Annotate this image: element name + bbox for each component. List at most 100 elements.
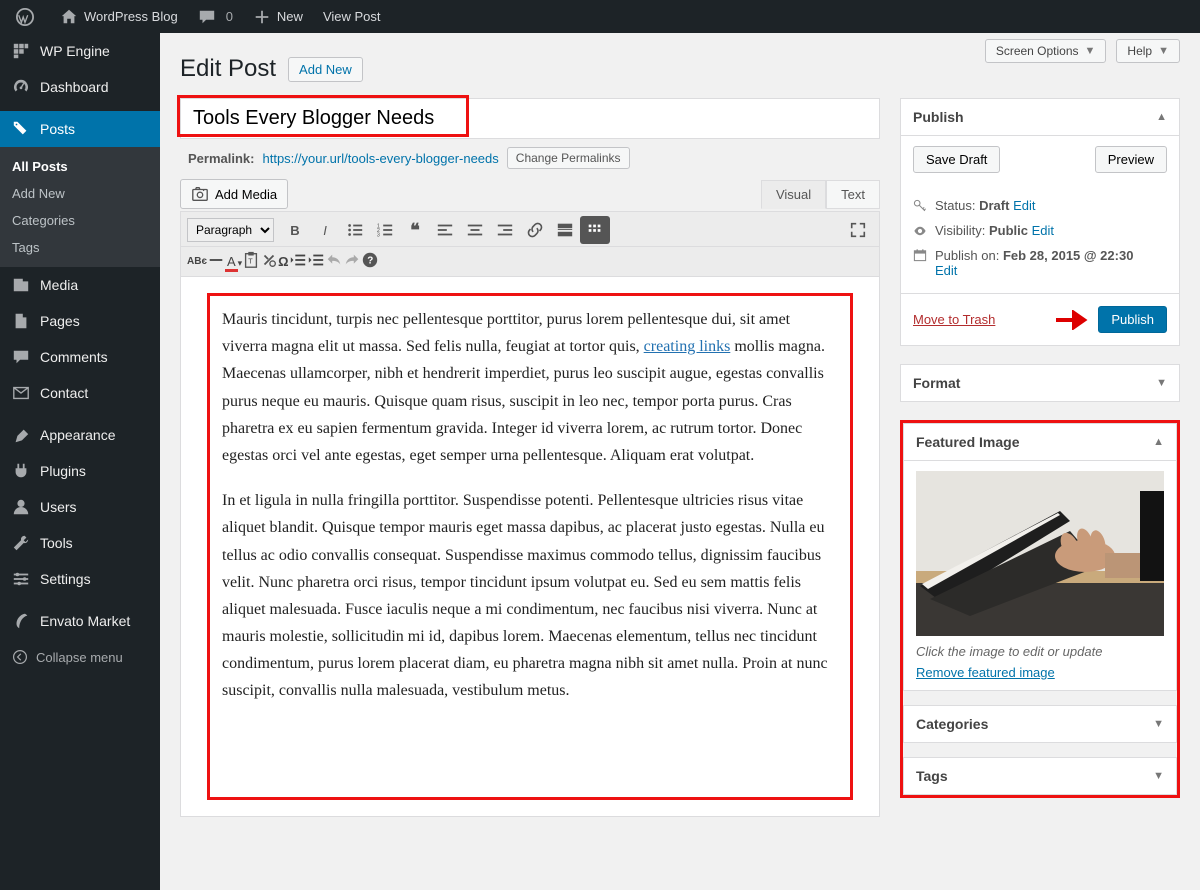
- change-permalinks-button[interactable]: Change Permalinks: [507, 147, 630, 169]
- align-center-button[interactable]: [460, 216, 490, 244]
- tags-box: Tags▼: [903, 757, 1177, 795]
- fullscreen-button[interactable]: [843, 216, 873, 244]
- edit-schedule-link[interactable]: Edit: [935, 263, 957, 278]
- eye-icon: [913, 224, 927, 238]
- site-name: WordPress Blog: [84, 9, 178, 24]
- categories-box-toggle[interactable]: Categories▼: [904, 706, 1176, 742]
- tags-box-toggle[interactable]: Tags▼: [904, 758, 1176, 794]
- chevron-down-icon: ▼: [1158, 45, 1169, 57]
- menu-media[interactable]: Media: [0, 267, 160, 303]
- editor-toolbar-row1: Paragraph B I 123 ❝: [180, 211, 880, 247]
- menu-plugins[interactable]: Plugins: [0, 453, 160, 489]
- site-name-link[interactable]: WordPress Blog: [50, 0, 188, 33]
- add-media-button[interactable]: Add Media: [180, 179, 288, 209]
- format-box: Format▼: [900, 364, 1180, 402]
- number-list-button[interactable]: 123: [370, 216, 400, 244]
- submenu-tags[interactable]: Tags: [0, 234, 160, 261]
- menu-pages[interactable]: Pages: [0, 303, 160, 339]
- indent-button[interactable]: [307, 251, 325, 272]
- menu-users[interactable]: Users: [0, 489, 160, 525]
- submenu-categories[interactable]: Categories: [0, 207, 160, 234]
- bullet-list-button[interactable]: [340, 216, 370, 244]
- svg-text:T: T: [248, 257, 253, 266]
- clear-format-button[interactable]: [260, 251, 278, 272]
- paste-text-button[interactable]: T: [242, 251, 260, 272]
- add-new-button[interactable]: Add New: [288, 57, 363, 82]
- menu-dashboard[interactable]: Dashboard: [0, 69, 160, 105]
- submenu-posts: All Posts Add New Categories Tags: [0, 147, 160, 267]
- menu-posts[interactable]: Posts: [0, 111, 160, 147]
- italic-button[interactable]: I: [310, 216, 340, 244]
- menu-contact[interactable]: Contact: [0, 375, 160, 411]
- format-select[interactable]: Paragraph: [187, 218, 274, 242]
- publish-button[interactable]: Publish: [1098, 306, 1167, 333]
- comments-count: 0: [226, 9, 233, 24]
- bold-button[interactable]: B: [280, 216, 310, 244]
- toolbar-toggle-button[interactable]: [580, 216, 610, 244]
- permalink-label: Permalink:: [188, 151, 254, 166]
- keyboard-help-button[interactable]: ?: [361, 251, 379, 272]
- tab-text[interactable]: Text: [826, 180, 880, 209]
- wp-logo[interactable]: [6, 0, 50, 33]
- tab-visual[interactable]: Visual: [761, 180, 826, 209]
- move-to-trash-link[interactable]: Move to Trash: [913, 312, 995, 327]
- menu-tools[interactable]: Tools: [0, 525, 160, 561]
- help-button[interactable]: Help▼: [1116, 39, 1180, 63]
- featured-caption: Click the image to edit or update: [916, 644, 1164, 659]
- annotation-highlight: Featured Image▲: [900, 420, 1180, 798]
- featured-image-thumb[interactable]: [916, 471, 1164, 636]
- special-char-button[interactable]: Ω: [278, 254, 288, 269]
- featured-box-toggle[interactable]: Featured Image▲: [904, 424, 1176, 461]
- menu-comments[interactable]: Comments: [0, 339, 160, 375]
- save-draft-button[interactable]: Save Draft: [913, 146, 1000, 173]
- editor-body[interactable]: Mauris tincidunt, turpis nec pellentesqu…: [180, 277, 880, 817]
- comments-link[interactable]: 0: [188, 0, 243, 33]
- camera-icon: [191, 185, 209, 203]
- svg-text:?: ?: [367, 256, 373, 267]
- key-icon: [913, 199, 927, 213]
- align-left-button[interactable]: [430, 216, 460, 244]
- admin-menu: WP Engine Dashboard Posts All Posts Add …: [0, 33, 160, 890]
- categories-box: Categories▼: [903, 705, 1177, 743]
- chevron-down-icon: ▼: [1085, 45, 1096, 57]
- permalink-url[interactable]: https://your.url/tools-every-blogger-nee…: [262, 151, 498, 166]
- menu-wpengine[interactable]: WP Engine: [0, 33, 160, 69]
- align-right-button[interactable]: [490, 216, 520, 244]
- annotation-highlight: [177, 95, 469, 137]
- editor-tabs: Visual Text: [761, 180, 880, 209]
- menu-envato[interactable]: Envato Market: [0, 603, 160, 639]
- menu-settings[interactable]: Settings: [0, 561, 160, 597]
- blockquote-button[interactable]: ❝: [400, 216, 430, 244]
- view-post-link[interactable]: View Post: [313, 0, 391, 33]
- svg-text:3: 3: [377, 232, 380, 238]
- edit-status-link[interactable]: Edit: [1013, 198, 1035, 213]
- edit-visibility-link[interactable]: Edit: [1032, 223, 1054, 238]
- redo-button[interactable]: [343, 251, 361, 272]
- publish-box: Publish▲ Save Draft Preview Status: Draf…: [900, 98, 1180, 346]
- screen-options-button[interactable]: Screen Options▼: [985, 39, 1107, 63]
- strikethrough-button[interactable]: ABє: [187, 256, 207, 267]
- hr-button[interactable]: [207, 251, 225, 272]
- chevron-up-icon: ▲: [1153, 436, 1164, 448]
- new-content-link[interactable]: New: [243, 0, 313, 33]
- menu-appearance[interactable]: Appearance: [0, 417, 160, 453]
- content-link[interactable]: creating links: [644, 338, 731, 355]
- chevron-down-icon: ▼: [1153, 770, 1164, 782]
- format-box-toggle[interactable]: Format▼: [901, 365, 1179, 401]
- annotation-arrow: [1054, 310, 1094, 330]
- calendar-icon: [913, 248, 927, 262]
- submenu-all-posts[interactable]: All Posts: [0, 153, 160, 180]
- featured-image-box: Featured Image▲: [903, 423, 1177, 691]
- undo-button[interactable]: [325, 251, 343, 272]
- publish-box-toggle[interactable]: Publish▲: [901, 99, 1179, 136]
- outdent-button[interactable]: [289, 251, 307, 272]
- remove-featured-link[interactable]: Remove featured image: [916, 665, 1055, 680]
- text-color-button[interactable]: A▾: [225, 254, 242, 269]
- link-button[interactable]: [520, 216, 550, 244]
- admin-bar: WordPress Blog 0 New View Post: [0, 0, 1200, 33]
- readmore-button[interactable]: [550, 216, 580, 244]
- collapse-menu[interactable]: Collapse menu: [0, 639, 160, 675]
- submenu-add-new[interactable]: Add New: [0, 180, 160, 207]
- annotation-highlight: Mauris tincidunt, turpis nec pellentesqu…: [207, 293, 853, 800]
- preview-button[interactable]: Preview: [1095, 146, 1167, 173]
